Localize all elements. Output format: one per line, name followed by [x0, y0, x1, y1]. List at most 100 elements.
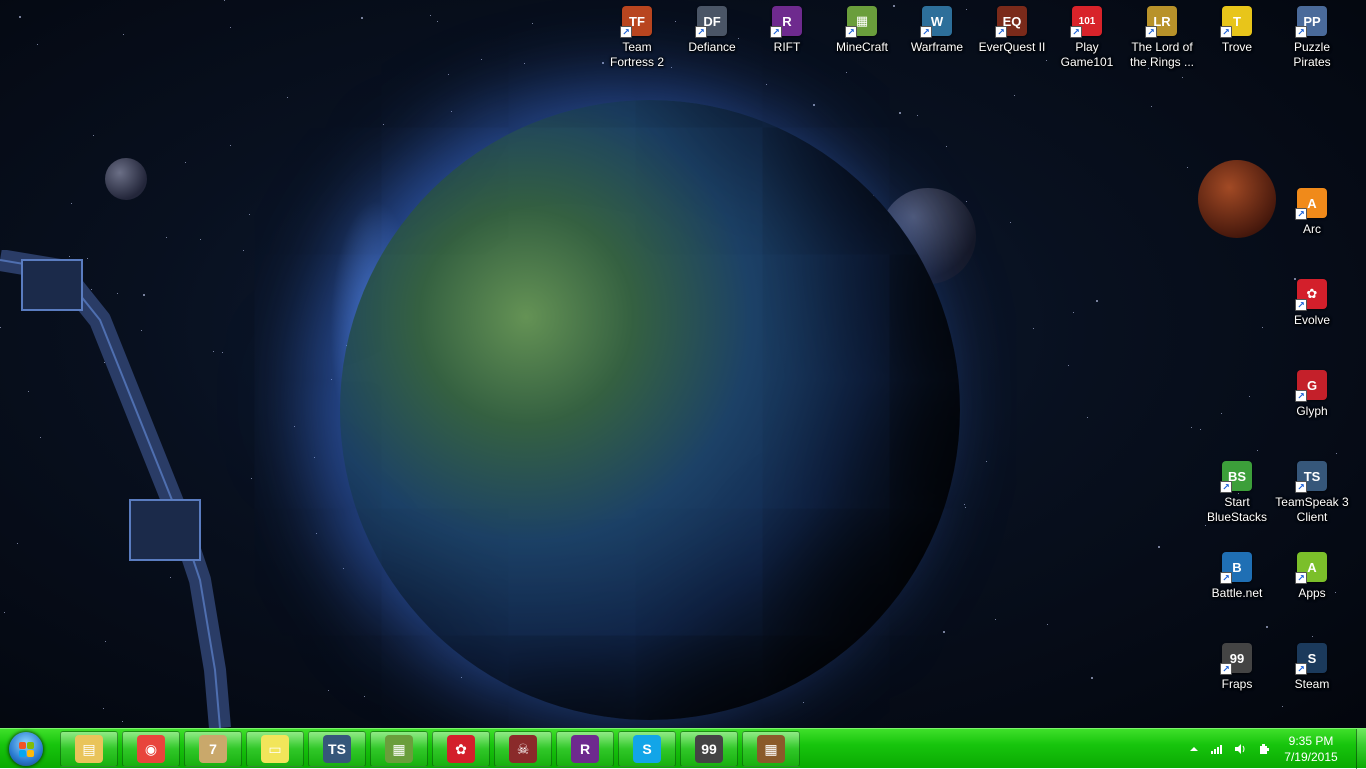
volume-icon[interactable]: [1234, 743, 1246, 755]
star: [1068, 365, 1069, 366]
teamspeak-icon: TS ↗: [1295, 461, 1327, 493]
taskbar-button-puzzle-pirates[interactable]: ☠: [494, 731, 552, 767]
shortcut-arrow-icon: ↗: [695, 26, 707, 38]
star: [461, 677, 462, 678]
desktop-icon-android-apps[interactable]: A ↗ Apps: [1274, 552, 1350, 622]
desktop-icon-rift[interactable]: R ↗ RIFT: [749, 6, 825, 76]
flag-quad-yellow: [27, 750, 34, 757]
taskbar-button-windows-explorer[interactable]: ▤: [60, 731, 118, 767]
icon-glyph: ▭: [268, 740, 282, 757]
shortcut-arrow-icon: ↗: [770, 26, 782, 38]
desktop-icon-fraps[interactable]: 99 ↗ Fraps: [1199, 643, 1275, 713]
desktop-icon-label: Play Game101: [1060, 40, 1114, 69]
icon-glyph: G: [1306, 377, 1318, 393]
star: [1249, 396, 1250, 397]
star: [364, 696, 365, 697]
start-button[interactable]: [4, 730, 48, 768]
star: [1010, 222, 1011, 223]
shortcut-arrow-icon: ↗: [1295, 481, 1307, 493]
shortcut-arrow-icon: ↗: [1295, 208, 1307, 220]
flag-quad-green: [27, 742, 34, 749]
desktop-icon-label: Evolve: [1293, 313, 1331, 327]
shortcut-arrow-icon: ↗: [1145, 26, 1157, 38]
desktop: TF ↗ Team Fortress 2 DF ↗ Defiance R ↗ RIFT ▦ ↗ Min…: [0, 0, 1366, 728]
taskbar-button-fraps[interactable]: 99: [680, 731, 738, 767]
star: [448, 74, 449, 75]
shortcut-arrow-icon: ↗: [1295, 390, 1307, 402]
defiance-icon: DF ↗: [695, 6, 727, 38]
star: [230, 145, 231, 146]
desktop-icon-lord-of-the-rings[interactable]: LR ↗ The Lord of the Rings ...: [1124, 6, 1200, 76]
show-hidden-icons-arrow[interactable]: [1188, 743, 1200, 755]
everquest-ii-icon: EQ ↗: [995, 6, 1027, 38]
taskbar-button-skype[interactable]: S: [618, 731, 676, 767]
taskbar-button-seven-app[interactable]: 7: [184, 731, 242, 767]
star: [361, 17, 363, 19]
shortcut-arrow-icon: ↗: [995, 26, 1007, 38]
taskbar-button-minecraft[interactable]: ▦: [370, 731, 428, 767]
shortcut-arrow-icon: ↗: [1220, 663, 1232, 675]
desktop-icon-everquest-ii[interactable]: EQ ↗ EverQuest II: [974, 6, 1050, 76]
star: [917, 115, 918, 116]
sticky-notes-icon: ▭: [261, 735, 289, 763]
star: [331, 379, 332, 380]
desktop-icon-bluestacks[interactable]: BS ↗ Start BlueStacks: [1199, 461, 1275, 531]
star: [123, 34, 124, 35]
icon-glyph: ✿: [1306, 286, 1318, 301]
desktop-icon-teamspeak[interactable]: TS ↗ TeamSpeak 3 Client: [1274, 461, 1350, 531]
taskbar-button-google-chrome[interactable]: ◉: [122, 731, 180, 767]
star: [813, 104, 815, 106]
star: [430, 15, 431, 16]
taskbar-button-rift[interactable]: R: [556, 731, 614, 767]
desktop-icon-glyph[interactable]: G ↗ Glyph: [1274, 370, 1350, 440]
desktop-icon-label: TeamSpeak 3 Client: [1275, 495, 1349, 524]
teamspeak-icon: TS: [323, 735, 351, 763]
android-apps-icon: A ↗: [1295, 552, 1327, 584]
star: [1200, 429, 1201, 430]
star: [1014, 95, 1015, 96]
desktop-icon-team-fortress-2[interactable]: TF ↗ Team Fortress 2: [599, 6, 675, 76]
shortcut-arrow-icon: ↗: [1295, 26, 1307, 38]
desktop-icon-defiance[interactable]: DF ↗ Defiance: [674, 6, 750, 76]
desktop-icon-arc[interactable]: A ↗ Arc: [1274, 188, 1350, 258]
icon-glyph: ✿: [455, 740, 467, 757]
star: [1158, 546, 1160, 548]
desktop-icon-game101[interactable]: 101 ↗ Play Game101: [1049, 6, 1125, 76]
desktop-icon-steam[interactable]: S ↗ Steam: [1274, 643, 1350, 713]
rift-icon: R ↗: [770, 6, 802, 38]
network-signal-icon[interactable]: [1210, 743, 1222, 755]
star: [1262, 327, 1263, 328]
icon-glyph: 7: [209, 741, 217, 757]
icon-glyph: R: [782, 13, 792, 29]
desktop-icon-evolve[interactable]: ✿ ↗ Evolve: [1274, 279, 1350, 349]
star: [995, 619, 996, 620]
desktop-icon-puzzle-pirates[interactable]: PP ↗ Puzzle Pirates: [1274, 6, 1350, 76]
star: [71, 203, 72, 204]
star: [1087, 417, 1088, 418]
star: [1187, 167, 1188, 168]
taskbar-button-sticky-notes[interactable]: ▭: [246, 731, 304, 767]
taskbar-button-evolve[interactable]: ✿: [432, 731, 490, 767]
shortcut-arrow-icon: ↗: [1295, 572, 1307, 584]
star: [524, 63, 525, 64]
flag-quad-red: [19, 742, 26, 749]
desktop-icon-minecraft[interactable]: ▦ ↗ MineCraft: [824, 6, 900, 76]
flag-quad-blue: [19, 750, 26, 757]
star: [287, 97, 288, 98]
taskbar-button-minecraft-launcher[interactable]: ▦: [742, 731, 800, 767]
star: [437, 21, 438, 22]
desktop-icon-warframe[interactable]: W ↗ Warframe: [899, 6, 975, 76]
desktop-icon-battle-net[interactable]: B ↗ Battle.net: [1199, 552, 1275, 622]
icon-glyph: ◉: [144, 740, 158, 757]
power-icon[interactable]: [1258, 743, 1270, 755]
star: [964, 504, 965, 505]
show-desktop-button[interactable]: [1356, 729, 1366, 769]
desktop-icon-trove[interactable]: T ↗ Trove: [1199, 6, 1275, 76]
taskbar-button-teamspeak[interactable]: TS: [308, 731, 366, 767]
star: [899, 112, 901, 114]
desktop-icon-label: Puzzle Pirates: [1293, 40, 1331, 69]
taskbar-clock[interactable]: 9:35 PM 7/19/2015: [1270, 733, 1352, 765]
shortcut-arrow-icon: ↗: [1220, 572, 1232, 584]
star: [316, 533, 317, 534]
puzzle-pirates-icon: PP ↗: [1295, 6, 1327, 38]
